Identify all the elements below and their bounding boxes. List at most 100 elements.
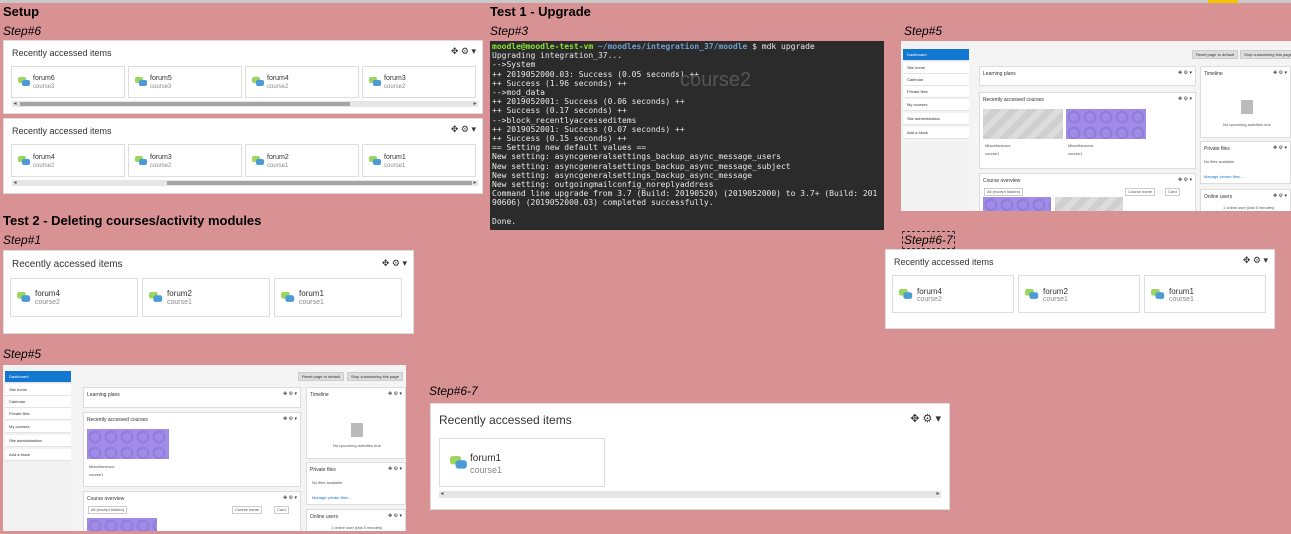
panel-controls[interactable]: ✥ ⚙ ▾ [1178, 177, 1192, 183]
view-dropdown[interactable]: Card [1165, 188, 1180, 196]
recent-item-card[interactable]: forum3 course2 [128, 144, 242, 177]
scroll-left-icon[interactable]: ◂ [439, 491, 445, 497]
activity-name[interactable]: forum4 [267, 75, 289, 82]
calendar-icon [1241, 100, 1253, 114]
nav-item-private-files[interactable]: Private files [5, 408, 71, 420]
activity-name[interactable]: forum6 [33, 75, 55, 82]
horizontal-scrollbar[interactable]: ◂ ▸ [12, 101, 478, 107]
nav-item-calendar[interactable]: Calendar [903, 74, 969, 86]
panel-controls[interactable]: ✥ ⚙ ▾ [1273, 70, 1287, 76]
nav-item-site-home[interactable]: Site home [903, 62, 969, 74]
horizontal-scrollbar[interactable]: ◂ ▸ [12, 180, 478, 186]
activity-name[interactable]: forum5 [150, 75, 172, 82]
forum-icon [1025, 289, 1039, 299]
panel-controls[interactable]: ✥ ⚙ ▾ [1178, 96, 1192, 102]
horizontal-scrollbar[interactable]: ◂ ▸ [439, 491, 941, 498]
dashboard-screenshot-t1-step5: Dashboard Site home Calendar Private fil… [901, 41, 1291, 211]
stop-customising-button[interactable]: Stop customising this page [347, 372, 403, 381]
block-controls[interactable]: ✥ ⚙ ▾ [1243, 255, 1268, 266]
view-dropdown[interactable]: Card [274, 506, 289, 514]
recent-item-card[interactable]: forum1 course1 [274, 278, 402, 317]
block-controls[interactable]: ✥ ⚙ ▾ [382, 258, 407, 269]
recent-item-card[interactable]: forum2 course1 [245, 144, 359, 177]
panel-controls[interactable]: ✥ ⚙ ▾ [388, 466, 402, 472]
activity-name[interactable]: forum1 [1169, 287, 1194, 296]
recent-item-card[interactable]: forum1 course1 [362, 144, 476, 177]
recent-item-card[interactable]: forum6 course3 [11, 66, 125, 98]
scroll-right-icon[interactable]: ▸ [472, 180, 478, 186]
panel-controls[interactable]: ✥ ⚙ ▾ [388, 391, 402, 397]
block-controls[interactable]: ✥ ⚙ ▾ [451, 124, 476, 135]
activity-name[interactable]: forum2 [167, 289, 192, 298]
manage-files-link[interactable]: Manage private files... [1204, 174, 1243, 179]
filter-dropdown[interactable]: All (except hidden) [984, 188, 1024, 196]
recent-item-card[interactable]: forum2 course1 [1018, 275, 1140, 313]
nav-item-site-home[interactable]: Site home [5, 384, 71, 396]
activity-name[interactable]: forum2 [267, 154, 289, 161]
activity-name[interactable]: forum2 [1043, 287, 1068, 296]
panel-controls[interactable]: ✥ ⚙ ▾ [1273, 145, 1287, 151]
course-name[interactable]: course1 [89, 472, 103, 477]
course-image[interactable] [983, 109, 1063, 139]
panel-controls[interactable]: ✥ ⚙ ▾ [283, 391, 297, 397]
panel-controls[interactable]: ✥ ⚙ ▾ [283, 416, 297, 422]
course-name: course1 [1043, 296, 1068, 303]
activity-name[interactable]: forum3 [150, 154, 172, 161]
sort-dropdown[interactable]: Course name [1125, 188, 1156, 196]
activity-name[interactable]: forum4 [35, 289, 60, 298]
nav-item-site-admin[interactable]: Site administration [5, 435, 71, 447]
manage-files-link[interactable]: Manage private files... [312, 495, 351, 500]
scrollbar-thumb[interactable] [167, 181, 472, 185]
nav-item-private-files[interactable]: Private files [903, 86, 969, 98]
sort-dropdown[interactable]: Course name [232, 506, 263, 514]
activity-name[interactable]: forum4 [33, 154, 55, 161]
recent-item-card[interactable]: forum4 course2 [892, 275, 1014, 313]
course-image[interactable] [983, 197, 1051, 211]
recent-item-card[interactable]: forum4 course2 [11, 144, 125, 177]
nav-item-add-block[interactable]: Add a block [5, 449, 71, 461]
block-controls[interactable]: ✥ ⚙ ▾ [451, 46, 476, 57]
nav-item-dashboard[interactable]: Dashboard [5, 371, 71, 383]
nav-item-calendar[interactable]: Calendar [5, 396, 71, 408]
activity-name[interactable]: forum3 [384, 75, 406, 82]
nav-item-add-block[interactable]: Add a block [903, 127, 969, 139]
panel-controls[interactable]: ✥ ⚙ ▾ [283, 495, 297, 501]
recent-item-card[interactable]: forum3 course2 [362, 66, 476, 98]
reset-page-button[interactable]: Reset page to default [1192, 50, 1239, 59]
nav-item-my-courses[interactable]: My courses [903, 99, 969, 111]
course-image[interactable] [87, 429, 169, 459]
course-name[interactable]: course1 [1068, 151, 1082, 156]
recent-item-card[interactable]: forum4 course2 [10, 278, 138, 317]
activity-name[interactable]: forum4 [917, 287, 942, 296]
nav-item-my-courses[interactable]: My courses [5, 421, 71, 433]
scroll-left-icon[interactable]: ◂ [12, 180, 18, 186]
course-name: course2 [267, 84, 289, 90]
recent-item-card[interactable]: forum1 course1 [439, 438, 605, 487]
filter-dropdown[interactable]: All (except hidden) [88, 506, 128, 514]
course-image[interactable] [1055, 197, 1123, 211]
scroll-right-icon[interactable]: ▸ [472, 101, 478, 107]
recent-item-card[interactable]: forum2 course1 [142, 278, 270, 317]
terminal-line: == Setting new default values == [492, 143, 647, 153]
course-name[interactable]: course1 [985, 151, 999, 156]
scrollbar-thumb[interactable] [20, 102, 350, 106]
terminal-line: -->mod_data [492, 88, 545, 98]
nav-item-dashboard[interactable]: Dashboard [903, 49, 969, 61]
panel-controls[interactable]: ✥ ⚙ ▾ [388, 513, 402, 519]
stop-customising-button[interactable]: Stop customising this page [1240, 50, 1291, 59]
recent-item-card[interactable]: forum5 course3 [128, 66, 242, 98]
scroll-left-icon[interactable]: ◂ [12, 101, 18, 107]
reset-page-button[interactable]: Reset page to default [298, 372, 345, 381]
recent-item-card[interactable]: forum4 course2 [245, 66, 359, 98]
course-image[interactable] [87, 518, 157, 531]
scroll-right-icon[interactable]: ▸ [935, 491, 941, 497]
activity-name[interactable]: forum1 [470, 453, 501, 464]
panel-controls[interactable]: ✥ ⚙ ▾ [1178, 70, 1192, 76]
recent-item-card[interactable]: forum1 course1 [1144, 275, 1266, 313]
block-controls[interactable]: ✥ ⚙ ▾ [910, 412, 941, 425]
activity-name[interactable]: forum1 [384, 154, 406, 161]
activity-name[interactable]: forum1 [299, 289, 324, 298]
course-image[interactable] [1066, 109, 1146, 139]
panel-controls[interactable]: ✥ ⚙ ▾ [1273, 193, 1287, 199]
nav-item-site-admin[interactable]: Site administration [903, 113, 969, 125]
